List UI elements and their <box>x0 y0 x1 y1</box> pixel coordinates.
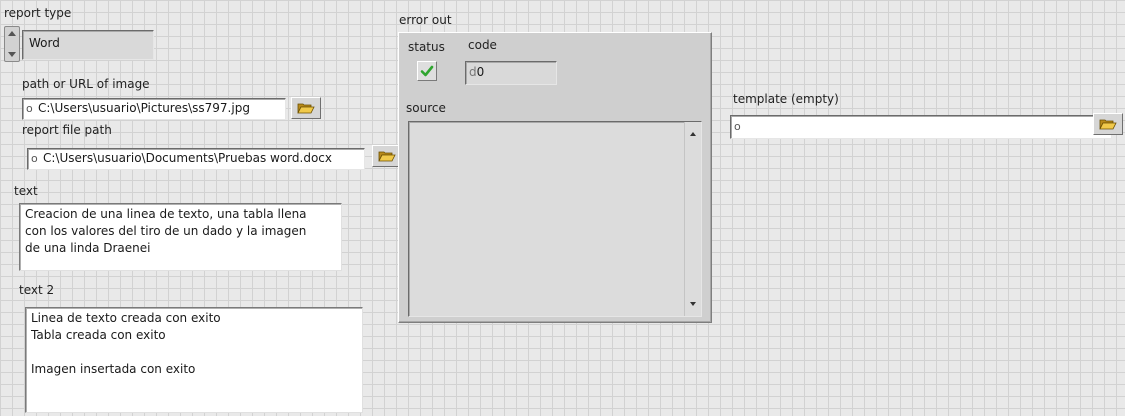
image-path-text: C:\Users\usuario\Pictures\ss797.jpg <box>38 101 250 115</box>
error-out-label: error out <box>399 13 452 27</box>
status-label: status <box>408 40 445 54</box>
path-icon: ᴏ <box>31 152 38 165</box>
report-type-text: Word <box>29 36 60 50</box>
report-type-spinner[interactable] <box>4 26 20 62</box>
path-icon: ᴏ <box>26 102 33 115</box>
code-radix: d <box>469 65 477 79</box>
code-value: 0 <box>476 65 485 79</box>
image-path-field[interactable]: ᴏ C:\Users\usuario\Pictures\ss797.jpg <box>22 98 286 120</box>
text-field[interactable]: Creacion de una linea de texto, una tabl… <box>19 203 342 271</box>
checkmark-icon <box>420 65 434 77</box>
folder-open-icon <box>297 103 315 114</box>
folder-open-icon <box>1099 119 1117 130</box>
text2-field[interactable]: Linea de texto creada con exito Tabla cr… <box>25 307 363 413</box>
error-out-cluster: status code d0 source <box>398 32 712 323</box>
report-file-path-text: C:\Users\usuario\Documents\Pruebas word.… <box>43 151 332 165</box>
code-field[interactable]: d0 <box>465 61 557 85</box>
text2-label: text 2 <box>19 283 55 297</box>
template-label: template (empty) <box>733 92 839 106</box>
source-field[interactable] <box>408 121 702 317</box>
scroll-down-icon[interactable] <box>690 302 696 306</box>
text-label: text <box>14 184 38 198</box>
source-label: source <box>406 101 446 115</box>
source-scrollbar[interactable] <box>684 122 701 316</box>
scroll-up-icon[interactable] <box>690 132 696 136</box>
template-browse-button[interactable] <box>1093 113 1123 135</box>
report-type-label: report type <box>4 6 72 20</box>
code-label: code <box>468 38 497 52</box>
folder-open-icon <box>378 151 396 162</box>
report-file-path-label: report file path <box>22 123 112 137</box>
image-browse-button[interactable] <box>291 97 321 119</box>
report-type-value[interactable]: Word <box>22 30 154 60</box>
report-file-path-field[interactable]: ᴏ C:\Users\usuario\Documents\Pruebas word… <box>27 148 365 170</box>
image-path-label: path or URL of image <box>22 77 150 91</box>
increment-arrow-icon[interactable] <box>8 31 16 36</box>
status-indicator[interactable] <box>417 61 437 81</box>
path-icon: ᴏ <box>734 120 741 133</box>
decrement-arrow-icon[interactable] <box>8 52 16 57</box>
template-field[interactable]: ᴏ <box>730 115 1112 139</box>
